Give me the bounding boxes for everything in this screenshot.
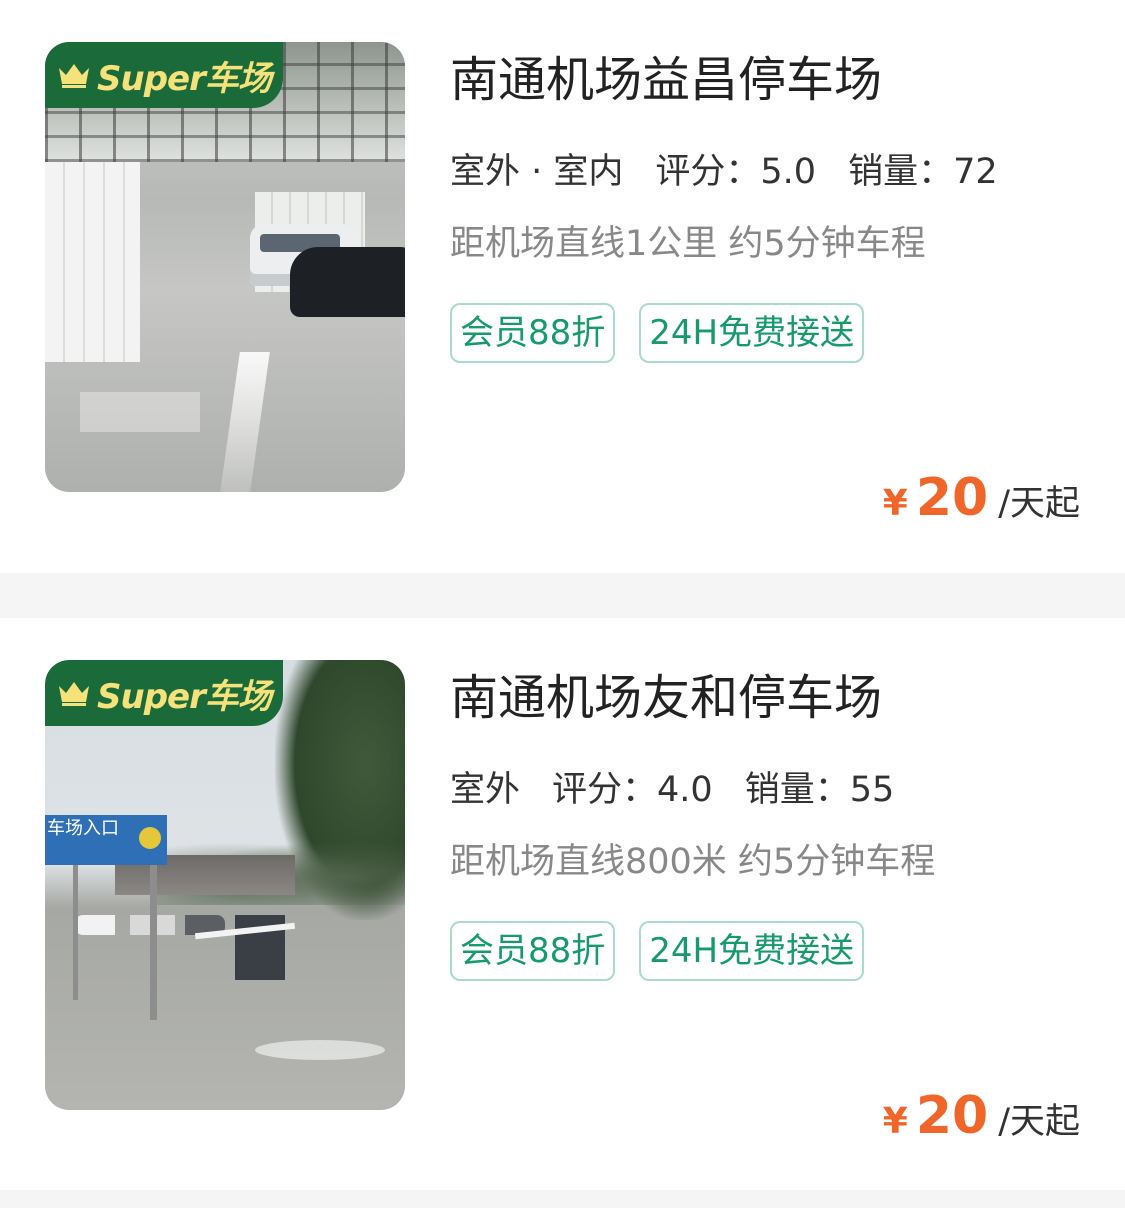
price-amount: 20 xyxy=(915,1086,989,1146)
price: ¥ 20 /天起 xyxy=(883,468,1080,528)
tag-list: 会员88折 24H免费接送 xyxy=(450,303,888,363)
parking-name[interactable]: 南通机场友和停车场 xyxy=(450,668,882,728)
parking-info: 南通机场益昌停车场 室外 · 室内 评分：5.0 销量：72 距机场直线1公里 … xyxy=(450,42,1080,528)
super-parking-badge: Super车场 xyxy=(45,660,283,726)
price-unit: /天起 xyxy=(998,484,1080,524)
parking-meta: 室外 评分：4.0 销量：55 xyxy=(450,768,926,814)
parking-list: Super车场 南通机场益昌停车场 室外 · 室内 评分：5.0 销量：72 距… xyxy=(0,0,1125,1190)
price-amount: 20 xyxy=(915,468,989,528)
super-parking-badge: Super车场 xyxy=(45,42,283,108)
parking-card[interactable]: 车场入口 Super车场 南通机场友和停车场 室外 评分：4.0 销量：55 距… xyxy=(0,618,1125,1190)
environment-label: 室外 xyxy=(450,770,521,814)
parking-photo[interactable]: 车场入口 Super车场 xyxy=(45,660,405,1110)
covered-parking-image xyxy=(45,42,405,492)
badge-label: Super车场 xyxy=(97,58,272,99)
sales-text: 销量：55 xyxy=(744,770,895,810)
member-discount-tag: 会员88折 xyxy=(450,303,616,363)
environment-label: 室外 · 室内 xyxy=(450,152,624,196)
rating-text: 评分：4.0 xyxy=(552,770,713,810)
distance-text: 距机场直线1公里 约5分钟车程 xyxy=(450,224,926,264)
parking-photo[interactable]: Super车场 xyxy=(45,42,405,492)
parking-info: 南通机场友和停车场 室外 评分：4.0 销量：55 距机场直线800米 约5分钟… xyxy=(450,660,1080,1146)
currency-symbol: ¥ xyxy=(882,483,908,524)
price-unit: /天起 xyxy=(998,1102,1080,1142)
badge-label: Super车场 xyxy=(97,676,272,717)
outdoor-parking-image: 车场入口 xyxy=(45,660,405,1110)
price: ¥ 20 /天起 xyxy=(883,1086,1080,1146)
entrance-sign: 车场入口 xyxy=(45,815,167,865)
distance-text: 距机场直线800米 约5分钟车程 xyxy=(450,842,936,882)
rating-text: 评分：5.0 xyxy=(655,152,817,192)
parking-meta: 室外 · 室内 评分：5.0 销量：72 xyxy=(450,150,1030,196)
free-shuttle-tag: 24H免费接送 xyxy=(639,921,865,981)
crown-icon xyxy=(59,682,89,706)
tag-list: 会员88折 24H免费接送 xyxy=(450,921,888,981)
parking-card[interactable]: Super车场 南通机场益昌停车场 室外 · 室内 评分：5.0 销量：72 距… xyxy=(0,0,1125,573)
member-discount-tag: 会员88折 xyxy=(450,921,616,981)
up-arrow-icon xyxy=(139,827,161,849)
crown-icon xyxy=(59,64,89,88)
free-shuttle-tag: 24H免费接送 xyxy=(639,303,865,363)
parking-name[interactable]: 南通机场益昌停车场 xyxy=(450,50,882,110)
sales-text: 销量：72 xyxy=(848,152,998,192)
currency-symbol: ¥ xyxy=(882,1101,908,1142)
